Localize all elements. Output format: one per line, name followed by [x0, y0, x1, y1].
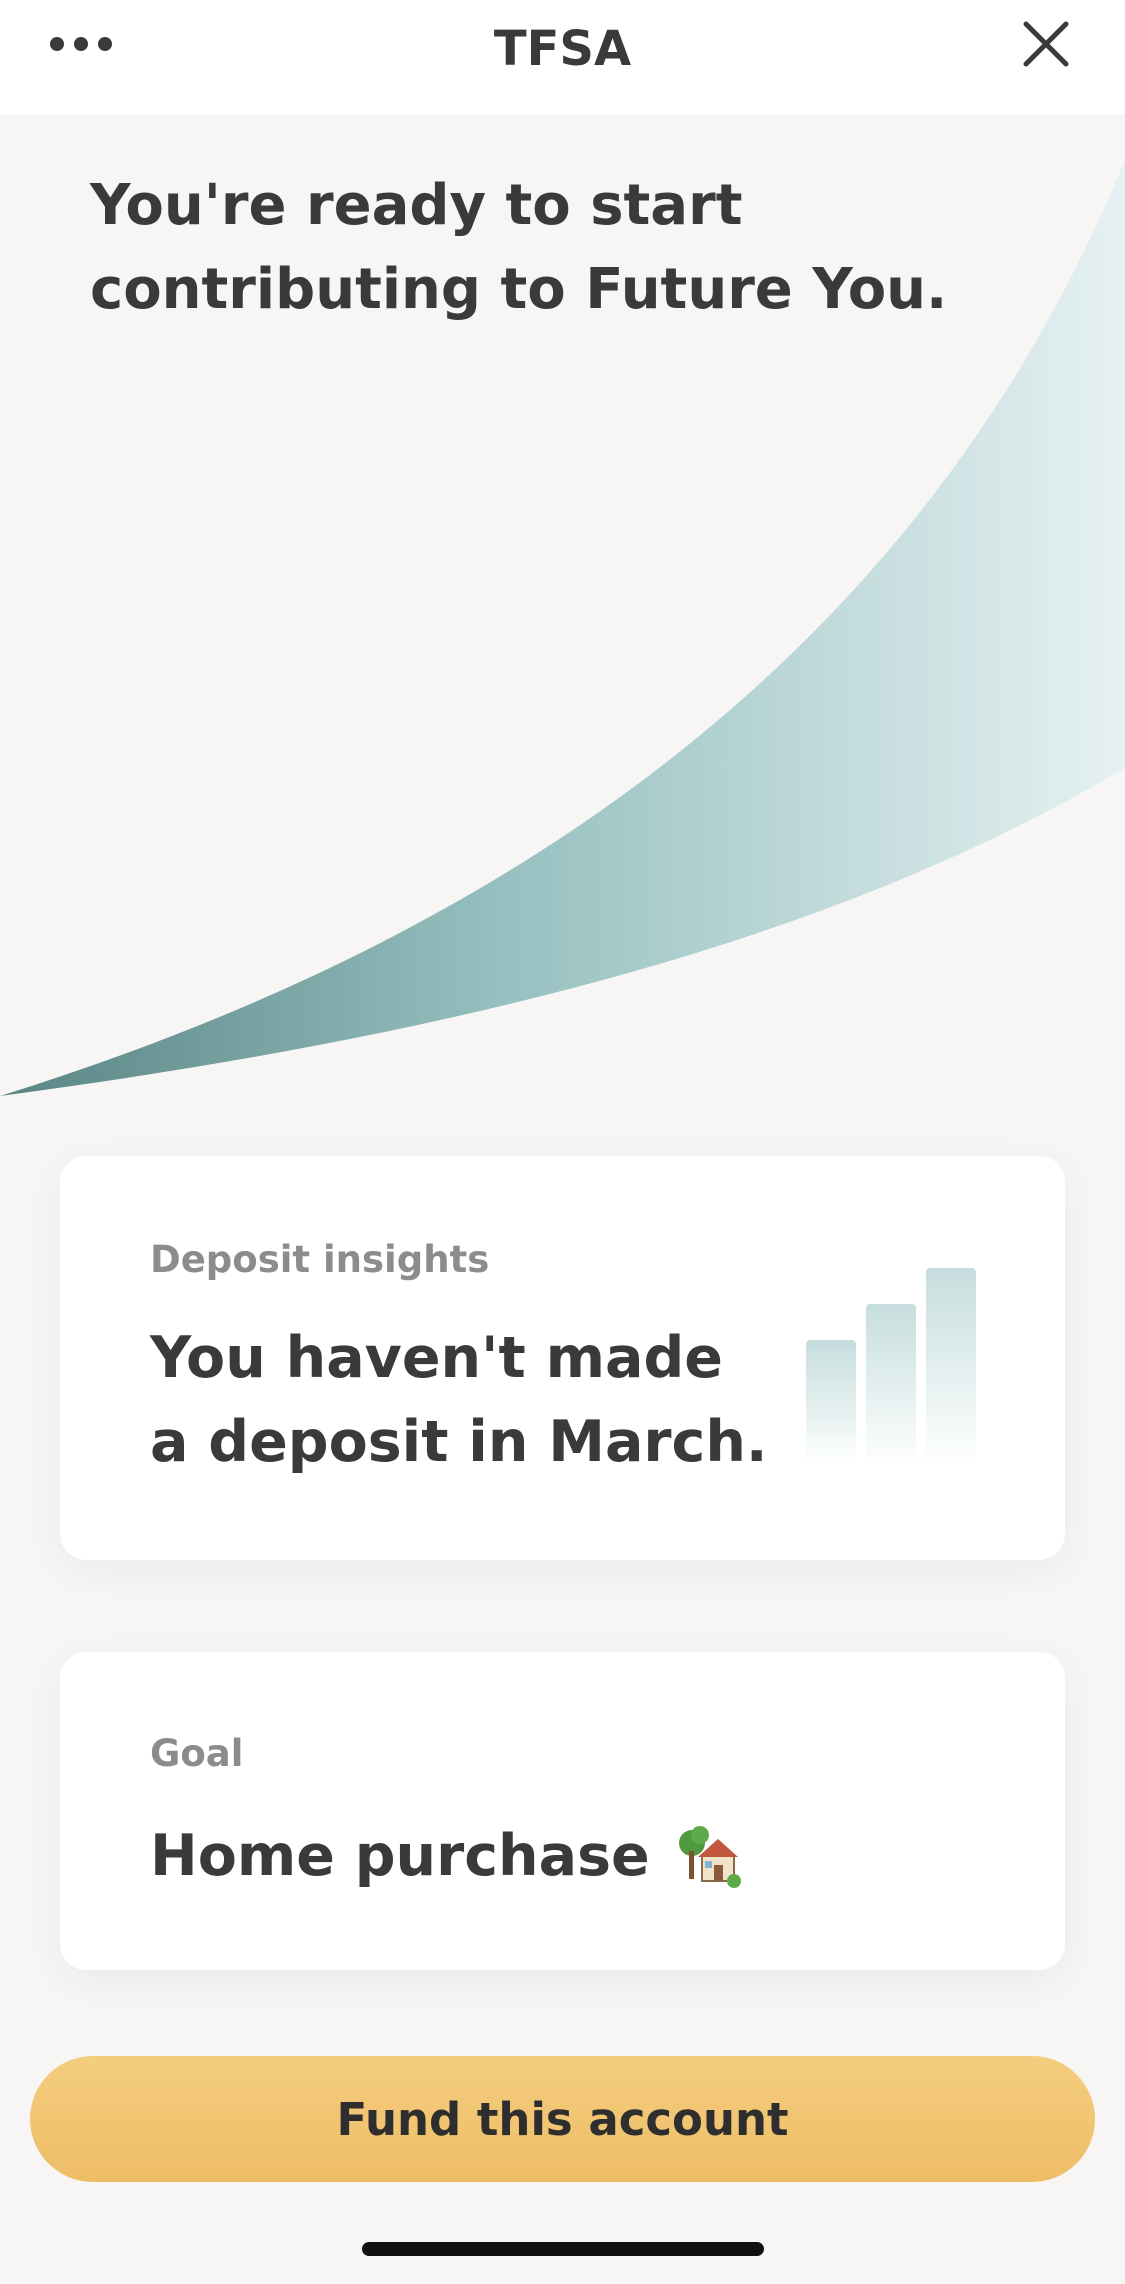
deposit-insights-label: Deposit insights [150, 1238, 490, 1281]
hero-headline: You're ready to start contributing to Fu… [90, 173, 948, 322]
page-title: TFSA [493, 21, 632, 77]
goal-text: Home purchase [150, 1823, 650, 1889]
house-with-garden-icon [678, 1826, 741, 1888]
top-navigation-bar: TFSA [0, 0, 1125, 114]
deposit-insights-text: You haven't made a deposit in March. [150, 1325, 768, 1475]
deposit-insights-card[interactable]: Deposit insights You haven't made a depo… [60, 1156, 1065, 1560]
home-indicator[interactable] [362, 2242, 764, 2256]
goal-label: Goal [150, 1732, 244, 1775]
ellipsis-icon[interactable] [40, 28, 122, 60]
fund-account-button[interactable]: Fund this account [30, 2056, 1095, 2182]
goal-row: Home purchase [150, 1814, 950, 1898]
bar-chart-icon [806, 1268, 976, 1466]
close-icon[interactable] [1018, 16, 1074, 72]
goal-card[interactable]: Goal Home purchase [60, 1652, 1065, 1970]
